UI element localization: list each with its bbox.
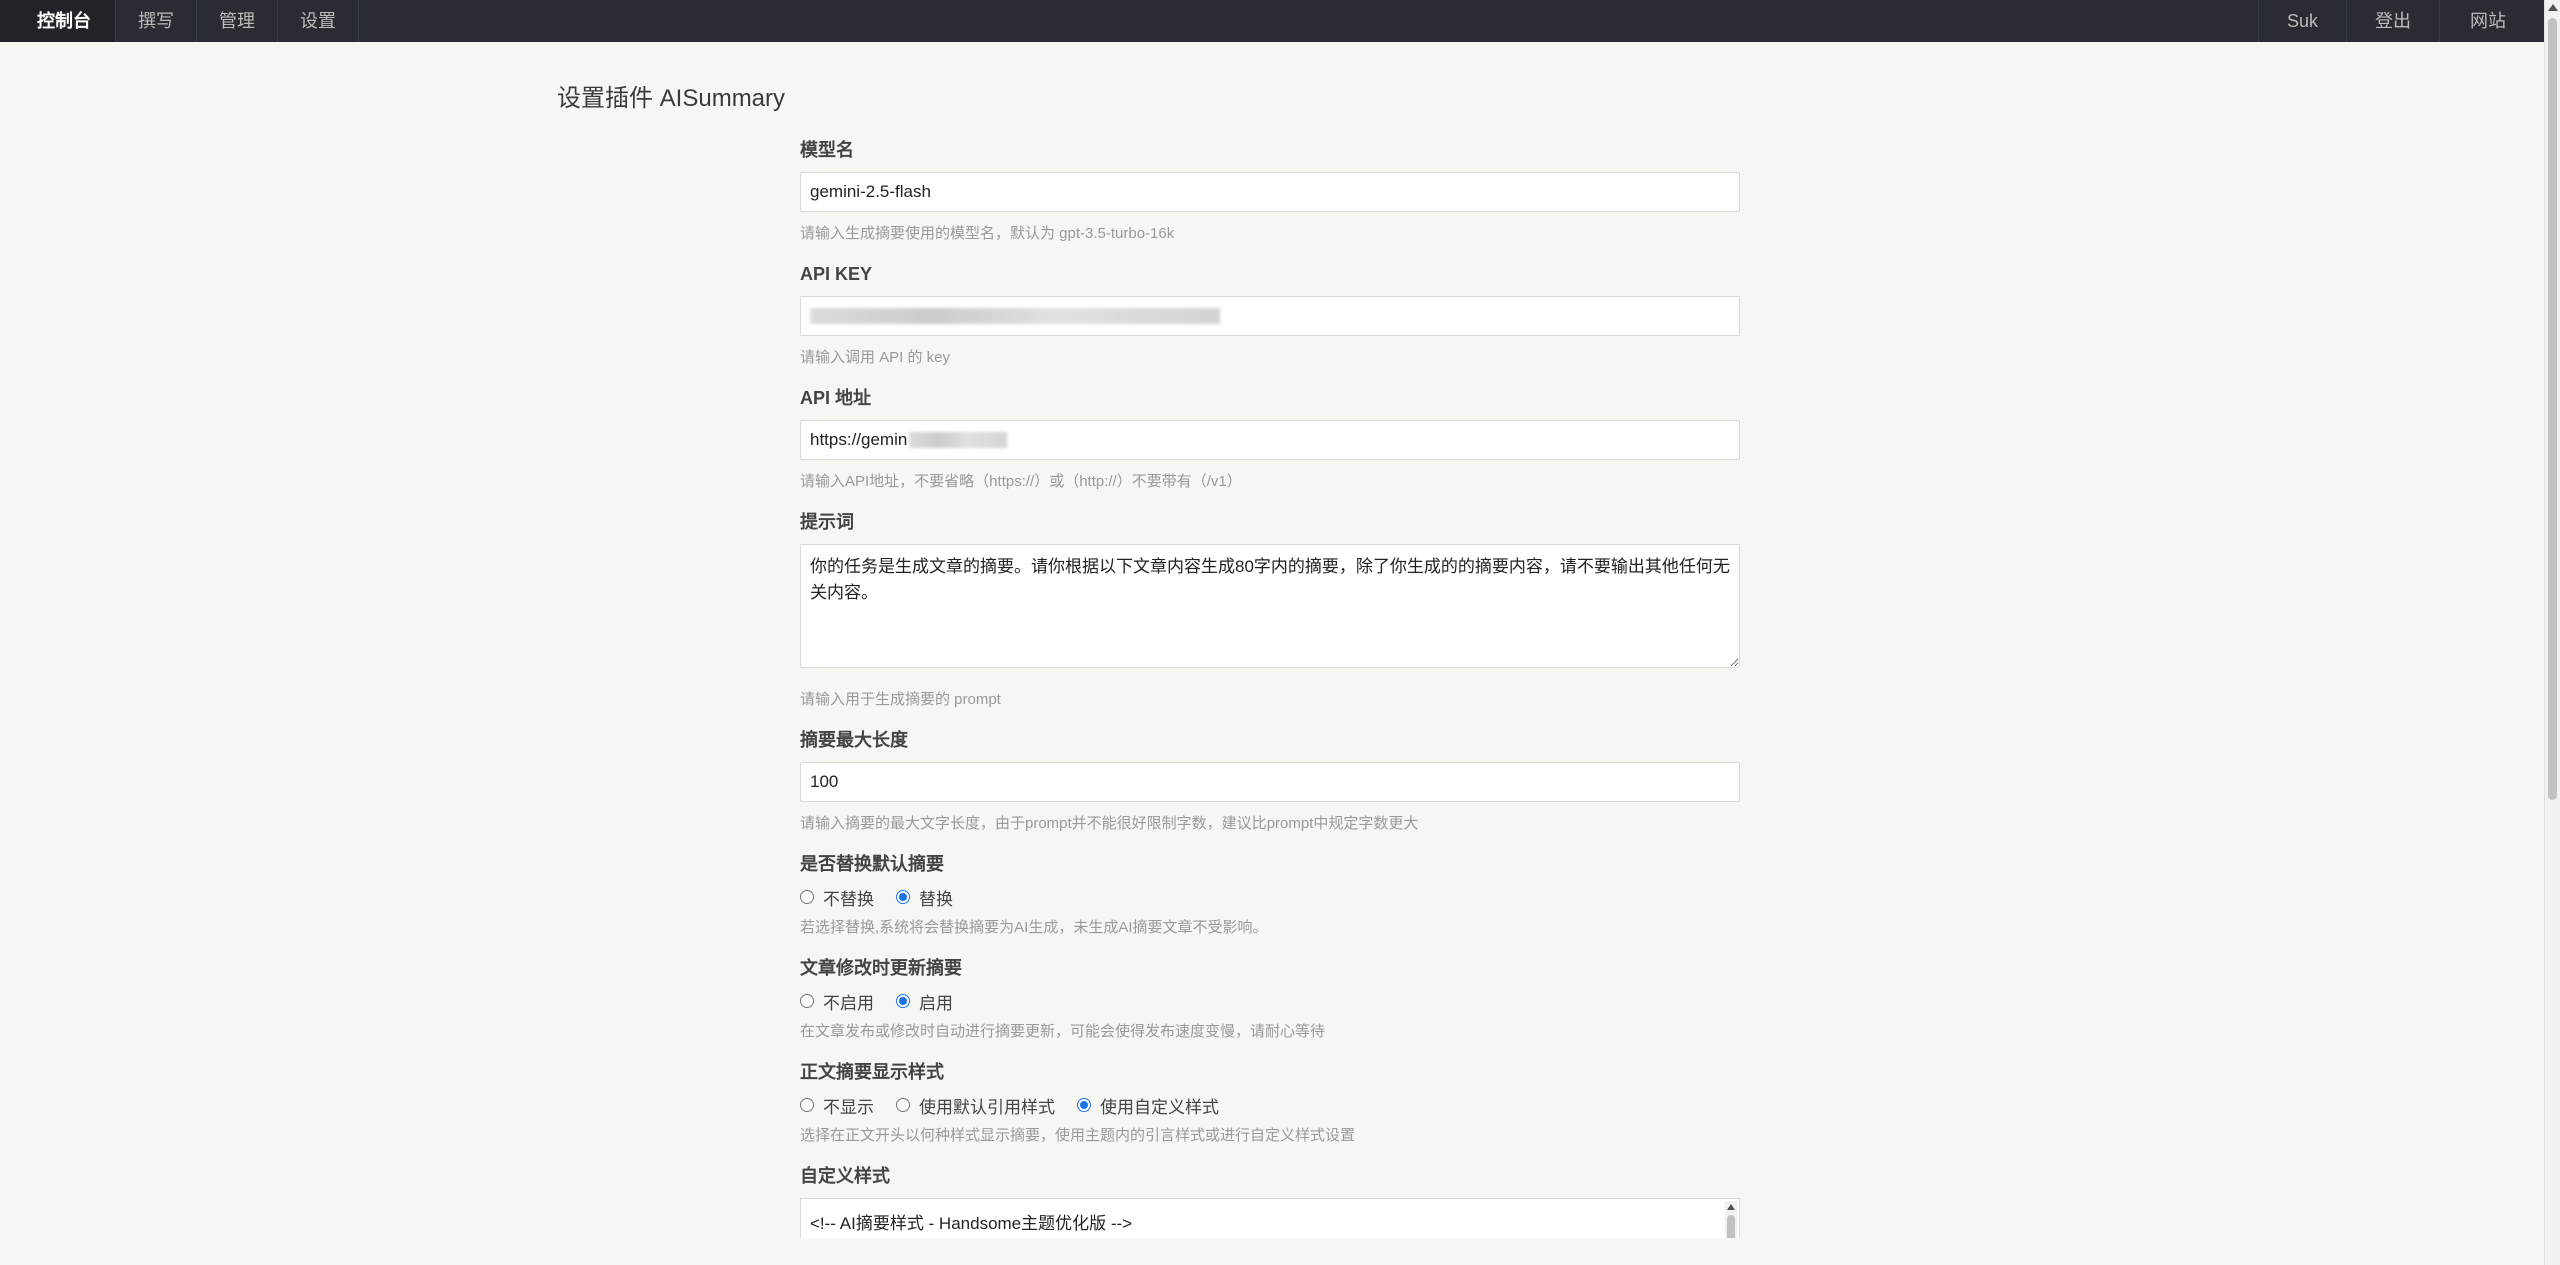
nav-website[interactable]: 网站 [2439, 0, 2544, 42]
scroll-up-arrow-icon[interactable] [2548, 4, 2558, 11]
api-url-value: https://gemin [810, 430, 908, 449]
field-custom-style: 自定义样式 <!-- AI摘要样式 - Handsome主题优化版 --> [800, 1164, 1740, 1238]
radio-label: 启用 [919, 993, 953, 1013]
radio-circle-icon[interactable] [800, 1098, 814, 1112]
update-on-edit-label: 文章修改时更新摘要 [800, 958, 962, 978]
field-replace-default: 是否替换默认摘要 不替换 替换 若选择替换,系统将会替换摘要为AI生成，未生成A… [800, 852, 1740, 938]
radio-no-replace[interactable]: 不替换 [800, 885, 874, 910]
max-length-label: 摘要最大长度 [800, 730, 908, 750]
max-length-input[interactable] [800, 762, 1740, 802]
radio-label: 使用默认引用样式 [919, 1097, 1055, 1117]
top-navbar: 控制台 撰写 管理 设置 Suk 登出 网站 [0, 0, 2544, 42]
api-url-label: API 地址 [800, 388, 872, 408]
nav-write[interactable]: 撰写 [116, 0, 197, 42]
radio-checked-icon[interactable] [1077, 1098, 1091, 1112]
custom-style-textarea[interactable]: <!-- AI摘要样式 - Handsome主题优化版 --> [800, 1198, 1740, 1238]
model-input[interactable] [800, 172, 1740, 212]
radio-hide[interactable]: 不显示 [800, 1093, 874, 1118]
field-update-on-edit: 文章修改时更新摘要 不启用 启用 在文章发布或修改时自动进行摘要更新，可能会使得… [800, 956, 1740, 1042]
nav-left: 控制台 撰写 管理 设置 [0, 0, 359, 42]
nav-manage[interactable]: 管理 [197, 0, 278, 42]
radio-circle-icon[interactable] [800, 994, 814, 1008]
radio-checked-icon[interactable] [896, 890, 910, 904]
radio-disable[interactable]: 不启用 [800, 989, 874, 1014]
max-length-description: 请输入摘要的最大文字长度，由于prompt并不能很好限制字数，建议比prompt… [800, 815, 1419, 832]
model-label: 模型名 [800, 140, 854, 160]
plugin-settings-form: 模型名 请输入生成摘要使用的模型名，默认为 gpt-3.5-turbo-16k … [800, 138, 1740, 1256]
nav-settings[interactable]: 设置 [278, 0, 359, 42]
display-style-radio-group: 不显示 使用默认引用样式 使用自定义样式 [800, 1092, 1740, 1118]
radio-enable[interactable]: 启用 [896, 989, 953, 1014]
redacted-api-url [909, 432, 1008, 448]
prompt-label: 提示词 [800, 512, 854, 532]
model-description: 请输入生成摘要使用的模型名，默认为 gpt-3.5-turbo-16k [800, 225, 1175, 242]
scroll-thumb[interactable] [1727, 1215, 1735, 1238]
page-title: 设置插件 AISummary [557, 85, 786, 112]
radio-default-quote[interactable]: 使用默认引用样式 [896, 1093, 1055, 1118]
api-key-description: 请输入调用 API 的 key [800, 349, 951, 366]
radio-label: 不显示 [823, 1097, 874, 1117]
custom-style-first-line: <!-- AI摘要样式 - Handsome主题优化版 --> [810, 1214, 1133, 1233]
radio-circle-icon[interactable] [896, 1098, 910, 1112]
nav-right: Suk 登出 网站 [2257, 0, 2544, 42]
prompt-description: 请输入用于生成摘要的 prompt [800, 691, 1001, 708]
radio-label: 不启用 [823, 993, 874, 1013]
field-prompt: 提示词 请输入用于生成摘要的 prompt [800, 510, 1740, 710]
update-on-edit-description: 在文章发布或修改时自动进行摘要更新，可能会使得发布速度变慢，请耐心等待 [800, 1023, 1326, 1040]
radio-label: 使用自定义样式 [1100, 1097, 1219, 1117]
radio-custom-style[interactable]: 使用自定义样式 [1077, 1093, 1219, 1118]
radio-circle-icon[interactable] [800, 890, 814, 904]
api-url-description: 请输入API地址，不要省略（https://）或（http://）不要带有（/v… [800, 473, 1242, 490]
radio-label: 替换 [919, 889, 953, 909]
radio-label: 不替换 [823, 889, 874, 909]
field-model: 模型名 请输入生成摘要使用的模型名，默认为 gpt-3.5-turbo-16k [800, 138, 1740, 244]
scroll-thumb[interactable] [2548, 18, 2557, 800]
display-style-description: 选择在正文开头以何种样式显示摘要，使用主题内的引言样式或进行自定义样式设置 [800, 1127, 1356, 1144]
page-scrollbar[interactable] [2544, 0, 2560, 1265]
api-key-input[interactable] [800, 296, 1740, 336]
textarea-scrollbar[interactable] [1725, 1201, 1737, 1238]
radio-checked-icon[interactable] [896, 994, 910, 1008]
nav-user[interactable]: Suk [2257, 0, 2346, 42]
replace-default-label: 是否替换默认摘要 [800, 854, 944, 874]
field-api-url: API 地址 https://gemin 请输入API地址，不要省略（https… [800, 386, 1740, 492]
custom-style-label: 自定义样式 [800, 1166, 890, 1186]
field-max-length: 摘要最大长度 请输入摘要的最大文字长度，由于prompt并不能很好限制字数，建议… [800, 728, 1740, 834]
update-on-edit-radio-group: 不启用 启用 [800, 988, 1740, 1014]
radio-replace[interactable]: 替换 [896, 885, 953, 910]
nav-dashboard[interactable]: 控制台 [0, 0, 116, 42]
replace-default-description: 若选择替换,系统将会替换摘要为AI生成，未生成AI摘要文章不受影响。 [800, 919, 1268, 936]
scroll-up-arrow-icon[interactable] [1727, 1204, 1735, 1210]
nav-logout[interactable]: 登出 [2346, 0, 2439, 42]
replace-default-radio-group: 不替换 替换 [800, 884, 1740, 910]
field-api-key: API KEY 请输入调用 API 的 key [800, 262, 1740, 368]
api-url-input[interactable]: https://gemin [800, 420, 1740, 460]
field-display-style: 正文摘要显示样式 不显示 使用默认引用样式 使用自定义样式 选择在正文开头以何种… [800, 1060, 1740, 1146]
display-style-label: 正文摘要显示样式 [800, 1062, 944, 1082]
prompt-textarea[interactable] [800, 544, 1740, 668]
redacted-api-key [810, 308, 1220, 324]
api-key-label: API KEY [800, 264, 873, 284]
